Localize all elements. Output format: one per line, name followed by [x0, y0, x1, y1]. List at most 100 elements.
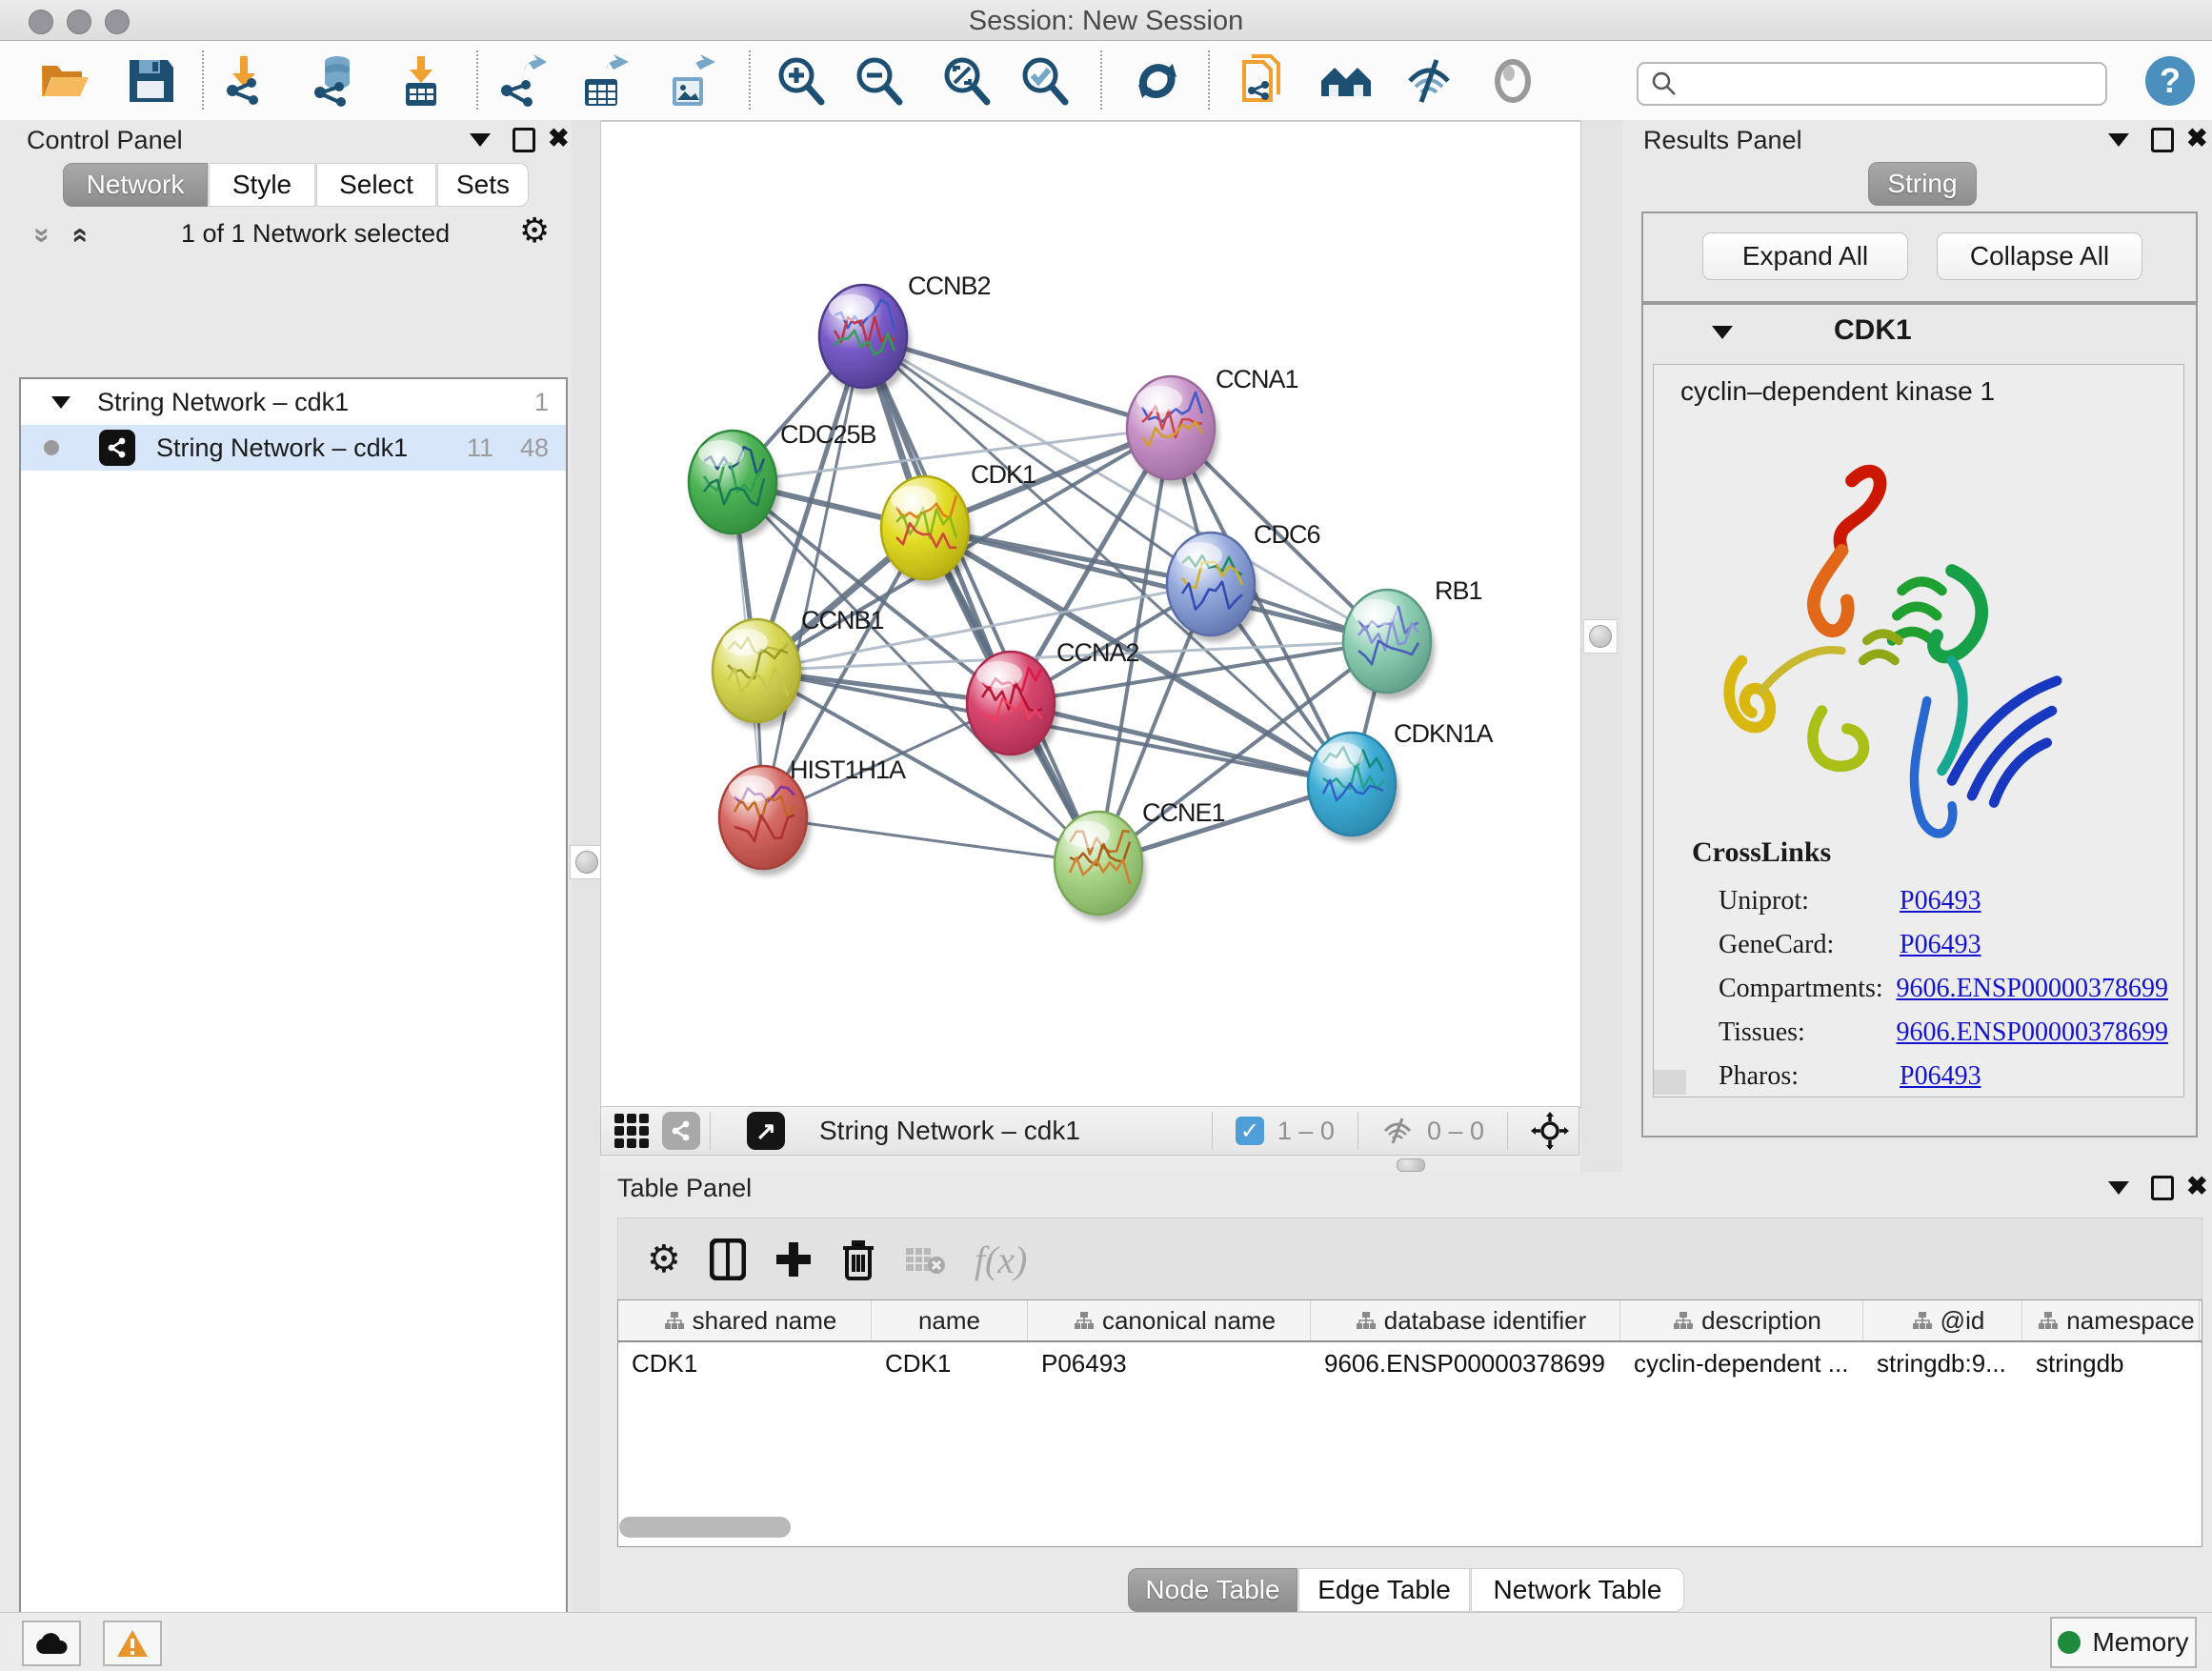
right-splitter-handle[interactable]	[1583, 619, 1618, 654]
cell-description[interactable]: cyclin-dependent ...	[1620, 1349, 1863, 1379]
cell-shared-name[interactable]: CDK1	[618, 1349, 872, 1379]
network-current-dot	[44, 440, 59, 455]
horizontal-splitter-handle[interactable]	[1397, 1158, 1425, 1172]
panel-collapse-icon[interactable]	[470, 133, 491, 147]
crosslink-link[interactable]: P06493	[1900, 930, 1981, 960]
refresh-view-icon[interactable]	[1129, 52, 1186, 110]
network-row[interactable]: String Network – cdk1 11 48	[21, 425, 566, 471]
selected-checkbox-icon[interactable]: ✓	[1236, 1117, 1264, 1145]
title-bar: Session: New Session	[0, 0, 2212, 41]
network-share-icon[interactable]	[662, 1112, 700, 1150]
cell-database-identifier[interactable]: 9606.ENSP00000378699	[1311, 1349, 1620, 1379]
export-table-icon[interactable]	[573, 52, 631, 110]
tab-string[interactable]: String	[1868, 162, 1977, 206]
create-column-icon[interactable]	[774, 1240, 813, 1278]
show-columns-icon[interactable]	[710, 1238, 746, 1280]
zoom-selected-icon[interactable]	[1016, 52, 1073, 110]
tab-sets[interactable]: Sets	[437, 163, 529, 207]
cloud-button[interactable]	[22, 1621, 81, 1666]
column-header-namespace[interactable]: namespace	[2022, 1300, 2200, 1340]
zoom-in-icon[interactable]	[772, 52, 829, 110]
left-splitter-handle[interactable]	[570, 845, 604, 879]
collapse-all-networks-icon[interactable]: »	[62, 228, 94, 244]
delete-table-icon[interactable]	[904, 1242, 946, 1277]
table-row[interactable]: CDK1CDK1P064939606.ENSP00000378699cyclin…	[618, 1342, 2202, 1384]
collection-label: String Network – cdk1	[97, 388, 349, 417]
tab-style[interactable]: Style	[209, 163, 315, 207]
column-header-description[interactable]: description	[1620, 1300, 1863, 1340]
table-header-row: shared namenamecanonical namedatabase id…	[618, 1300, 2202, 1342]
panel-close-icon[interactable]: ✖	[2186, 126, 2208, 151]
column-header-canonical-name[interactable]: canonical name	[1028, 1300, 1311, 1340]
share-document-icon[interactable]	[1235, 52, 1292, 110]
function-builder-icon[interactable]: f(x)	[975, 1238, 1028, 1282]
hidden-eye-icon[interactable]	[1381, 1117, 1414, 1145]
help-icon[interactable]: ?	[2142, 52, 2199, 110]
panel-float-icon[interactable]	[2151, 128, 2174, 152]
network-options-gear-icon[interactable]: ⚙	[519, 213, 550, 248]
memory-button[interactable]: Memory	[2050, 1617, 2197, 1668]
column-header-database-identifier[interactable]: database identifier	[1311, 1300, 1620, 1340]
fit-content-crosshair-icon[interactable]	[1531, 1112, 1569, 1150]
zoom-out-icon[interactable]	[850, 52, 907, 110]
node-CCNE1: CCNE1	[1055, 798, 1225, 921]
network-collection-row[interactable]: String Network – cdk1 1	[21, 379, 566, 425]
node-table[interactable]: shared namenamecanonical namedatabase id…	[617, 1299, 2202, 1547]
zoom-fit-icon[interactable]	[937, 52, 995, 110]
crosslink-link[interactable]: 9606.ENSP00000378699	[1897, 974, 2168, 1004]
search-input[interactable]	[1679, 69, 2105, 100]
hide-unhide-icon[interactable]	[1400, 52, 1458, 110]
panel-collapse-icon[interactable]	[2108, 1181, 2129, 1195]
import-network-from-database-icon[interactable]	[307, 52, 364, 110]
tab-network[interactable]: Network	[63, 163, 208, 207]
column-header-shared-name[interactable]: shared name	[618, 1300, 872, 1340]
panel-float-icon[interactable]	[513, 128, 535, 152]
import-table-icon[interactable]	[392, 52, 450, 110]
network-node-count: 11	[467, 433, 493, 463]
table-hscrollbar-thumb[interactable]	[619, 1517, 791, 1538]
collection-expand-icon[interactable]	[51, 396, 70, 409]
panel-close-icon[interactable]: ✖	[2186, 1174, 2208, 1199]
export-network-icon[interactable]	[493, 52, 551, 110]
node-RB1: RB1	[1343, 576, 1482, 699]
panel-close-icon[interactable]: ✖	[548, 126, 570, 151]
delete-column-icon[interactable]	[841, 1238, 875, 1280]
tab-network-table[interactable]: Network Table	[1471, 1568, 1684, 1612]
network-canvas[interactable]: CCNB2CCNA1CDC25BCDK1CDC6RB1CCNB1CCNA2CDK…	[600, 121, 1581, 1108]
column-header-name[interactable]: name	[872, 1300, 1028, 1340]
expand-all-networks-icon[interactable]: »	[26, 228, 58, 244]
open-session-icon[interactable]	[36, 52, 93, 110]
tab-select[interactable]: Select	[316, 163, 436, 207]
status-bar: Memory	[0, 1612, 2212, 1671]
gene-collapse-icon[interactable]	[1712, 326, 1733, 339]
cell-canonical-name[interactable]: P06493	[1028, 1349, 1311, 1379]
crosslink-link[interactable]: P06493	[1900, 886, 1981, 916]
eye-icon[interactable]	[1484, 52, 1541, 110]
column-header--id[interactable]: @id	[1863, 1300, 2022, 1340]
cell-name[interactable]: CDK1	[872, 1349, 1028, 1379]
birdseye-view-icon[interactable]: ↗	[747, 1112, 785, 1150]
panel-collapse-icon[interactable]	[2108, 133, 2129, 147]
tab-node-table[interactable]: Node Table	[1128, 1568, 1297, 1612]
search-field[interactable]	[1637, 62, 2107, 106]
tab-edge-table[interactable]: Edge Table	[1298, 1568, 1470, 1612]
crosslink-label: Tissues:	[1692, 1017, 1897, 1048]
svg-text:CDC6: CDC6	[1254, 520, 1320, 549]
expand-all-button[interactable]: Expand All	[1702, 232, 1908, 280]
column-settings-gear-icon[interactable]: ⚙	[647, 1238, 681, 1281]
panel-float-icon[interactable]	[2151, 1176, 2174, 1200]
inner-scrollbar-thumb[interactable]	[1654, 1070, 1686, 1095]
svg-text:CCNB2: CCNB2	[908, 272, 991, 300]
warning-button[interactable]	[103, 1621, 162, 1666]
cell-namespace[interactable]: stringdb	[2022, 1349, 2200, 1379]
grid-view-icon[interactable]	[614, 1114, 649, 1148]
crosslink-link[interactable]: 9606.ENSP00000378699	[1897, 1017, 2168, 1048]
cell--id[interactable]: stringdb:9...	[1863, 1349, 2022, 1379]
export-image-icon[interactable]	[661, 52, 718, 110]
crosslink-link[interactable]: P06493	[1900, 1061, 1981, 1092]
save-session-icon[interactable]	[122, 52, 179, 110]
homes-icon[interactable]	[1317, 52, 1375, 110]
import-network-from-file-icon[interactable]	[217, 52, 274, 110]
collapse-all-button[interactable]: Collapse All	[1937, 232, 2142, 280]
network-tree: String Network – cdk1 1 String Network –…	[19, 377, 568, 1671]
